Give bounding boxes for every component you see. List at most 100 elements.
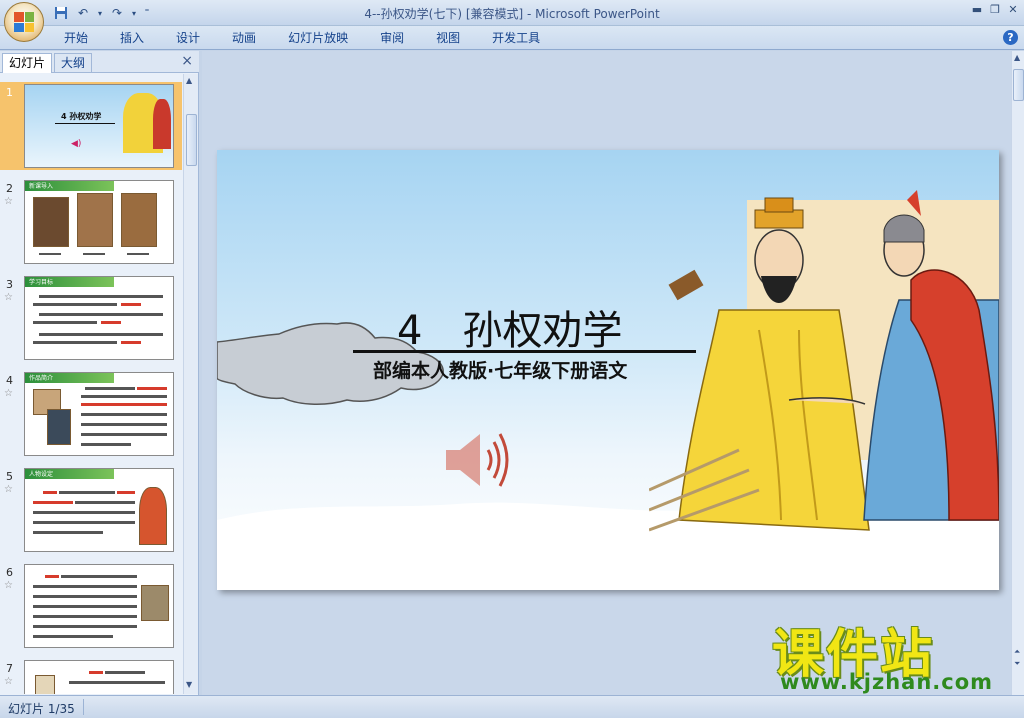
site-watermark: 课件站 www.kjzhan.com (772, 612, 1008, 696)
thumbnail-number: 6 (6, 566, 13, 579)
thumbnail-text-line (89, 671, 103, 674)
thumbnail-text-line (33, 615, 137, 618)
thumbnail-preview: 学习目标 (24, 276, 174, 360)
tab-outline[interactable]: 大纲 (54, 53, 93, 73)
ribbon-tab-5[interactable]: 幻灯片放映 (272, 26, 364, 50)
ribbon-tab-6[interactable]: 审阅 (364, 26, 420, 50)
slide-subtitle[interactable]: 部编本人教版·七年级下册语文 (373, 356, 627, 383)
thumbnail-header-label: 作品简介 (29, 375, 54, 382)
thumbnail-text-line (33, 321, 97, 324)
thumbnail-number: 2 (6, 182, 13, 195)
next-slide-icon[interactable]: ⏷ (1014, 659, 1020, 669)
animation-star-icon: ☆ (4, 196, 13, 207)
thumbnail-text-line (105, 671, 145, 674)
thumbnail-preview: 4 孙权劝学 ◀) (24, 84, 174, 168)
slide-thumbnail-4[interactable]: 4 ☆ 作品简介 (0, 370, 182, 458)
thumbnail-text-line (81, 433, 167, 436)
restore-icon[interactable]: ❐ (986, 2, 1004, 16)
thumbnail-divider (55, 123, 115, 124)
help-icon[interactable]: ? (1003, 30, 1018, 45)
animation-star-icon: ☆ (4, 484, 13, 495)
thumbnail-image (47, 409, 71, 445)
thumbnail-scrollbar[interactable]: ▲ ▼ (183, 74, 198, 694)
thumbnail-text-line (121, 341, 141, 344)
thumbnail-text-line (33, 501, 73, 504)
thumbnail-text-line (81, 423, 167, 426)
tab-slides[interactable]: 幻灯片 (2, 53, 53, 73)
thumbnail-text-line (45, 575, 59, 578)
thumbnail-text-line (43, 491, 57, 494)
ribbon: 开始 插入 设计 动画 幻灯片放映 审阅 视图 开发工具 ? (0, 26, 1024, 50)
slide-counter: 幻灯片 1/35 (8, 702, 75, 716)
scrollbar-thumb[interactable] (186, 114, 197, 166)
title-divider (353, 350, 696, 353)
slide-thumbnail-5[interactable]: 5 ☆ 人物设定 (0, 466, 182, 554)
thumbnail-title: 4 孙权劝学 (61, 112, 102, 121)
slide-editor: 4 孙权劝学 部编本人教版·七年级下册语文 (202, 51, 1012, 695)
thumbnail-text-line (59, 491, 115, 494)
historical-figures-illustration (649, 190, 999, 532)
slide-thumbnail-6[interactable]: 6 ☆ (0, 562, 182, 650)
thumbnail-text-line (33, 303, 117, 306)
editor-scrollbar[interactable]: ▲ ⏶ ⏷ (1011, 51, 1024, 695)
slides-panel: 幻灯片 大纲 × 1 4 孙权劝学 ◀) 2 ☆ 新课导入 3 ☆ 学习目标 4… (0, 51, 199, 695)
animation-star-icon: ☆ (4, 292, 13, 303)
slide-thumbnail-1[interactable]: 1 4 孙权劝学 ◀) (0, 82, 182, 170)
thumbnail-image (121, 193, 157, 247)
thumbnail-header-label: 新课导入 (29, 183, 54, 190)
close-icon[interactable]: × (181, 53, 193, 69)
thumbnail-preview: 人物设定 (24, 468, 174, 552)
thumbnail-image (35, 675, 55, 694)
current-slide[interactable]: 4 孙权劝学 部编本人教版·七年级下册语文 (217, 150, 999, 590)
slide-thumbnail-3[interactable]: 3 ☆ 学习目标 (0, 274, 182, 362)
slide-thumbnail-2[interactable]: 2 ☆ 新课导入 (0, 178, 182, 266)
thumbnail-list: 1 4 孙权劝学 ◀) 2 ☆ 新课导入 3 ☆ 学习目标 4 ☆ 作品简介 5… (0, 74, 182, 694)
scroll-down-icon[interactable]: ▼ (186, 680, 192, 689)
animation-star-icon: ☆ (4, 580, 13, 591)
thumbnail-text-line (39, 333, 163, 336)
ribbon-tab-8[interactable]: 开发工具 (476, 26, 556, 50)
ribbon-tabs: 开始 插入 设计 动画 幻灯片放映 审阅 视图 开发工具 (48, 26, 556, 50)
thumbnail-figure-2 (153, 99, 171, 149)
scrollbar-thumb[interactable] (1013, 69, 1024, 101)
close-window-icon[interactable]: ✕ (1004, 2, 1022, 16)
thumbnail-text-line (117, 491, 135, 494)
thumbnail-image (77, 193, 113, 247)
thumbnail-number: 5 (6, 470, 13, 483)
thumbnail-text-line (121, 303, 141, 306)
thumbnail-text-line (33, 341, 117, 344)
thumbnail-text-line (81, 443, 131, 446)
slide-thumbnail-7[interactable]: 7 ☆ (0, 658, 182, 694)
title-separator: - (523, 7, 536, 21)
thumbnail-text-line (33, 605, 137, 608)
thumbnail-text-line (61, 575, 137, 578)
panel-tabs: 幻灯片 大纲 × (0, 51, 199, 73)
thumbnail-text-line (33, 585, 137, 588)
minimize-icon[interactable]: ▬ (968, 2, 986, 16)
previous-slide-icon[interactable]: ⏶ (1014, 647, 1020, 657)
scroll-up-icon[interactable]: ▲ (186, 76, 192, 85)
office-button[interactable] (4, 2, 44, 42)
office-logo-icon (14, 12, 34, 32)
ribbon-tab-2[interactable]: 插入 (104, 26, 160, 50)
ribbon-tab-7[interactable]: 视图 (420, 26, 476, 50)
thumbnail-text-line (33, 531, 103, 534)
document-name: 4--孙权劝学(七下) [兼容模式] (364, 7, 524, 21)
thumbnail-text-line (39, 295, 163, 298)
ribbon-tab-4[interactable]: 动画 (216, 26, 272, 50)
thumbnail-header-label: 学习目标 (29, 279, 54, 286)
thumbnail-text-line (81, 413, 167, 416)
ribbon-tab-1[interactable]: 开始 (48, 26, 104, 50)
status-separator (83, 699, 84, 715)
watermark-url: www.kjzhan.com (780, 670, 994, 694)
sound-icon[interactable] (442, 428, 514, 492)
thumbnail-text-line (33, 625, 137, 628)
title-bar: ↶ ▾ ↷ ▾ ⁼ 4--孙权劝学(七下) [兼容模式] - Microsoft… (0, 0, 1024, 42)
thumbnail-preview (24, 660, 174, 694)
ribbon-tab-3[interactable]: 设计 (160, 26, 216, 50)
thumbnail-image (33, 197, 69, 247)
thumbnail-text-line (33, 595, 137, 598)
scroll-up-icon[interactable]: ▲ (1014, 53, 1020, 62)
slide-title[interactable]: 4 孙权劝学 (397, 298, 622, 356)
thumbnail-text-line (137, 387, 167, 390)
